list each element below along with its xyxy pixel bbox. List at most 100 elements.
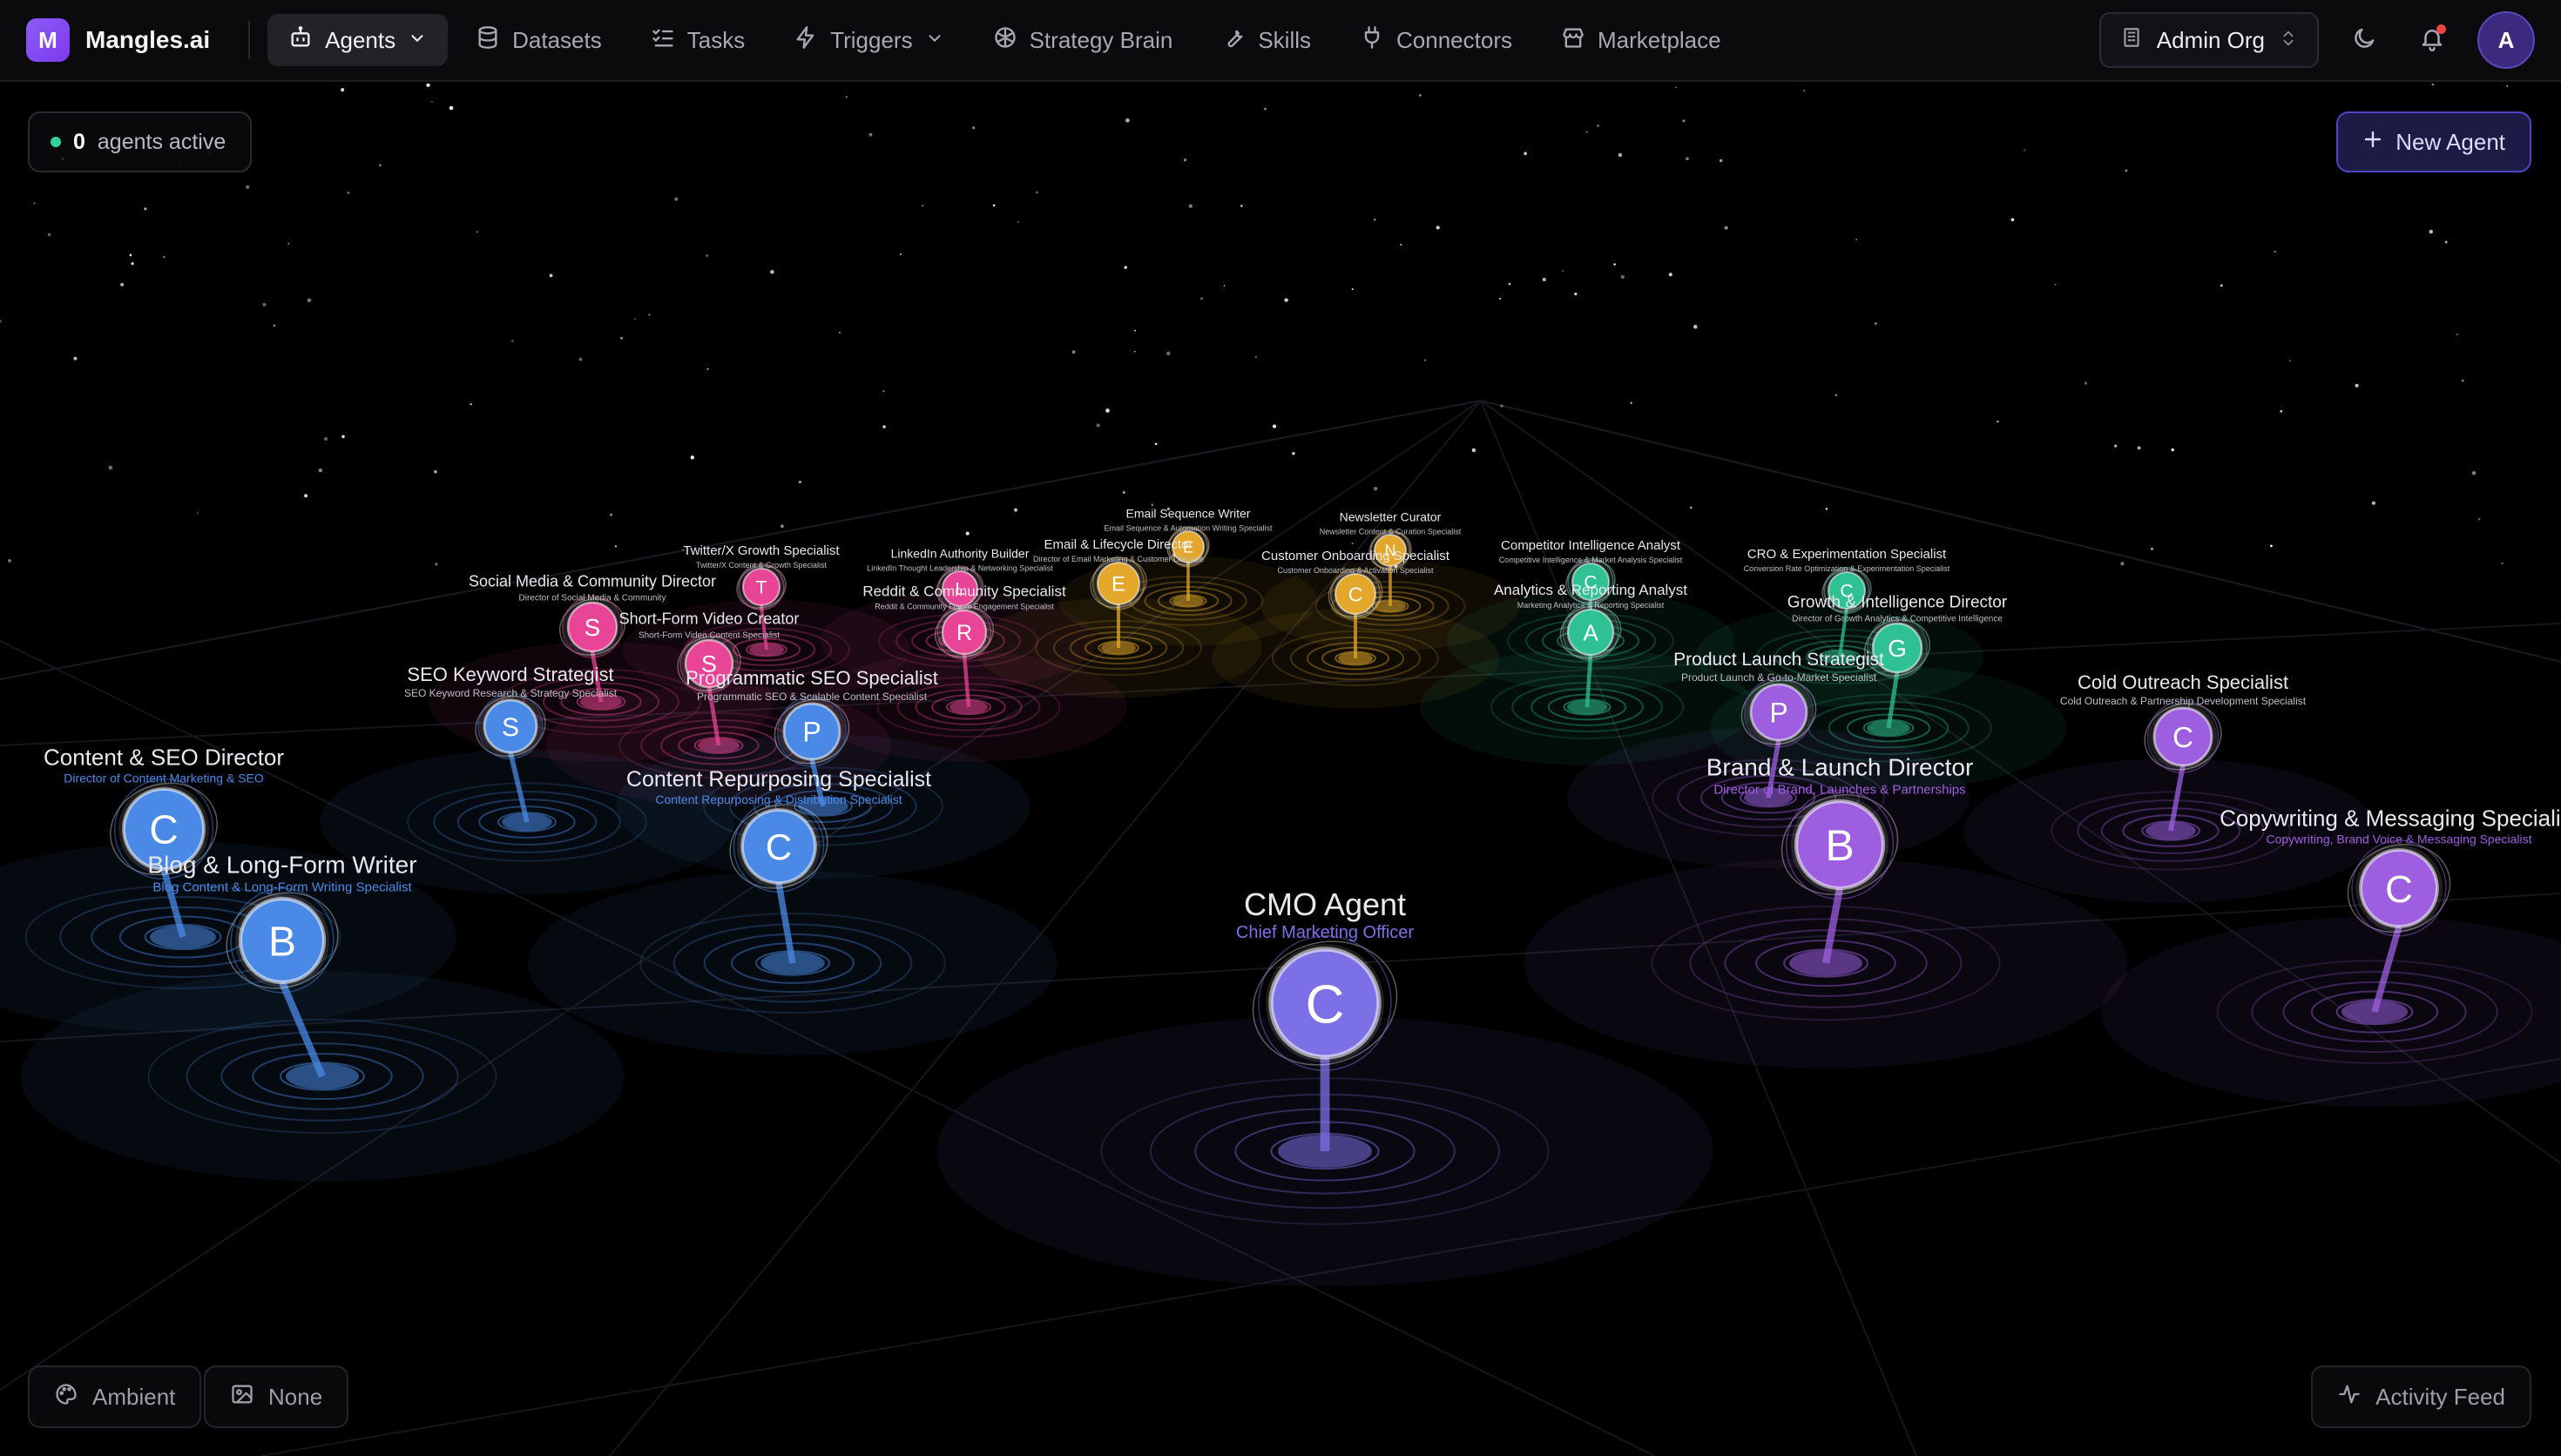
agent-name: Newsletter Curator [1340, 510, 1442, 524]
user-avatar[interactable]: A [2477, 11, 2535, 69]
agent-role: Competitive Intelligence & Market Analys… [1499, 556, 1683, 564]
activity-feed-label: Activity Feed [2375, 1383, 2505, 1410]
star [690, 455, 694, 460]
star [435, 563, 438, 566]
agent-name: Analytics & Reporting Analyst [1494, 582, 1687, 598]
agent-name: Customer Onboarding Specialist [1261, 549, 1450, 563]
star [2280, 409, 2283, 413]
nav-datasets[interactable]: Datasets [455, 14, 623, 66]
star [1630, 401, 1632, 404]
agent-role: Director of Content Marketing & SEO [64, 772, 264, 785]
plug-icon [1360, 25, 1384, 56]
agent-name: Email & Lifecycle Director [1044, 537, 1193, 552]
star [1272, 424, 1277, 428]
agent-name: Blog & Long-Form Writer [147, 851, 416, 878]
nav-connectors[interactable]: Connectors [1339, 14, 1533, 66]
agent-initial: P [802, 717, 821, 748]
star [780, 524, 784, 529]
star [1124, 266, 1127, 269]
star [882, 425, 886, 428]
agent-role: Blog Content & Long-Form Writing Special… [152, 880, 412, 894]
star [2456, 334, 2458, 335]
background-image-button[interactable]: None [204, 1365, 349, 1428]
moon-icon [2351, 25, 2377, 56]
theme-toggle-button[interactable] [2341, 17, 2387, 63]
agent-name: Content & SEO Director [44, 745, 284, 771]
star [614, 545, 618, 548]
star [2024, 149, 2026, 152]
star [1436, 226, 1440, 230]
star [1835, 394, 1838, 397]
star [2114, 444, 2118, 448]
star [434, 469, 437, 474]
agent-nodes: E Email Sequence Writer Email Sequence & A… [0, 507, 2561, 1287]
star [965, 531, 970, 536]
agent-name: Reddit & Community Specialist [862, 583, 1066, 599]
top-navigation-bar: M Mangles.ai Agents Datasets Tasks Trigg… [0, 0, 2561, 82]
activity-feed-button[interactable]: Activity Feed [2311, 1365, 2531, 1428]
star [1254, 356, 1257, 358]
star [2471, 471, 2477, 475]
agent-role: LinkedIn Thought Leadership & Networking… [867, 563, 1053, 572]
nav-tasks[interactable]: Tasks [630, 14, 766, 66]
star [73, 356, 78, 361]
list-checks-icon [651, 25, 675, 56]
agent-galaxy-canvas[interactable]: E Email Sequence Writer Email Sequence & A… [0, 84, 2561, 1456]
topbar-right: Admin Org A [2098, 11, 2535, 69]
agent-role: SEO Keyword Research & Strategy Speciali… [404, 687, 618, 699]
star [1096, 423, 1100, 428]
star [1122, 490, 1125, 495]
star [770, 270, 774, 274]
nav-agents[interactable]: Agents [267, 14, 449, 66]
agent-galaxy-svg[interactable]: E Email Sequence Writer Email Sequence & A… [0, 84, 2561, 1456]
notifications-button[interactable] [2409, 17, 2455, 63]
star [1188, 204, 1193, 208]
app-name[interactable]: Mangles.ai [85, 26, 210, 54]
brain-icon [993, 25, 1017, 56]
star [2220, 284, 2223, 287]
star [347, 191, 350, 194]
agent-role: Director of Social Media & Community [519, 594, 666, 603]
star [341, 88, 345, 92]
agent-name: CRO & Experimentation Specialist [1747, 547, 1947, 562]
app-logo[interactable]: M [26, 18, 70, 62]
star [1200, 297, 1203, 300]
nav-strategy-brain[interactable]: Strategy Brain [972, 14, 1194, 66]
org-switcher[interactable]: Admin Org [2098, 12, 2319, 68]
agent-role: Director of Brand, Launches & Partnershi… [1713, 782, 1965, 797]
star [972, 126, 976, 130]
star [108, 465, 113, 470]
agent-name: Programmatic SEO Specialist [686, 667, 938, 689]
star [648, 313, 651, 316]
star [1284, 298, 1288, 302]
database-icon [476, 25, 500, 56]
star [33, 202, 36, 205]
agent-initial: S [502, 713, 519, 742]
star [1613, 263, 1616, 266]
agent-name: Content Repurposing Specialist [626, 767, 931, 792]
star [674, 197, 679, 201]
star [1574, 293, 1578, 296]
star [1997, 420, 1999, 423]
nav-skills[interactable]: Skills [1200, 14, 1332, 66]
agent-initial: C [2385, 868, 2413, 911]
star [634, 318, 636, 320]
store-icon [1561, 25, 1585, 56]
star [1542, 277, 1546, 282]
star [1183, 158, 1187, 162]
star [144, 207, 147, 211]
nav-triggers[interactable]: Triggers [773, 14, 964, 66]
star [1471, 448, 1476, 453]
new-agent-button[interactable]: New Agent [2336, 111, 2531, 172]
star [1223, 285, 1226, 287]
agent-initial: T [756, 578, 767, 598]
star [2171, 448, 2174, 452]
star [1373, 487, 1378, 491]
nav-marketplace[interactable]: Marketplace [1540, 14, 1742, 66]
building-icon [2120, 26, 2143, 55]
star [1105, 408, 1110, 413]
star [262, 302, 267, 307]
ambient-button[interactable]: Ambient [28, 1365, 202, 1428]
ground-glow [2101, 916, 2561, 1108]
star [2506, 84, 2509, 87]
